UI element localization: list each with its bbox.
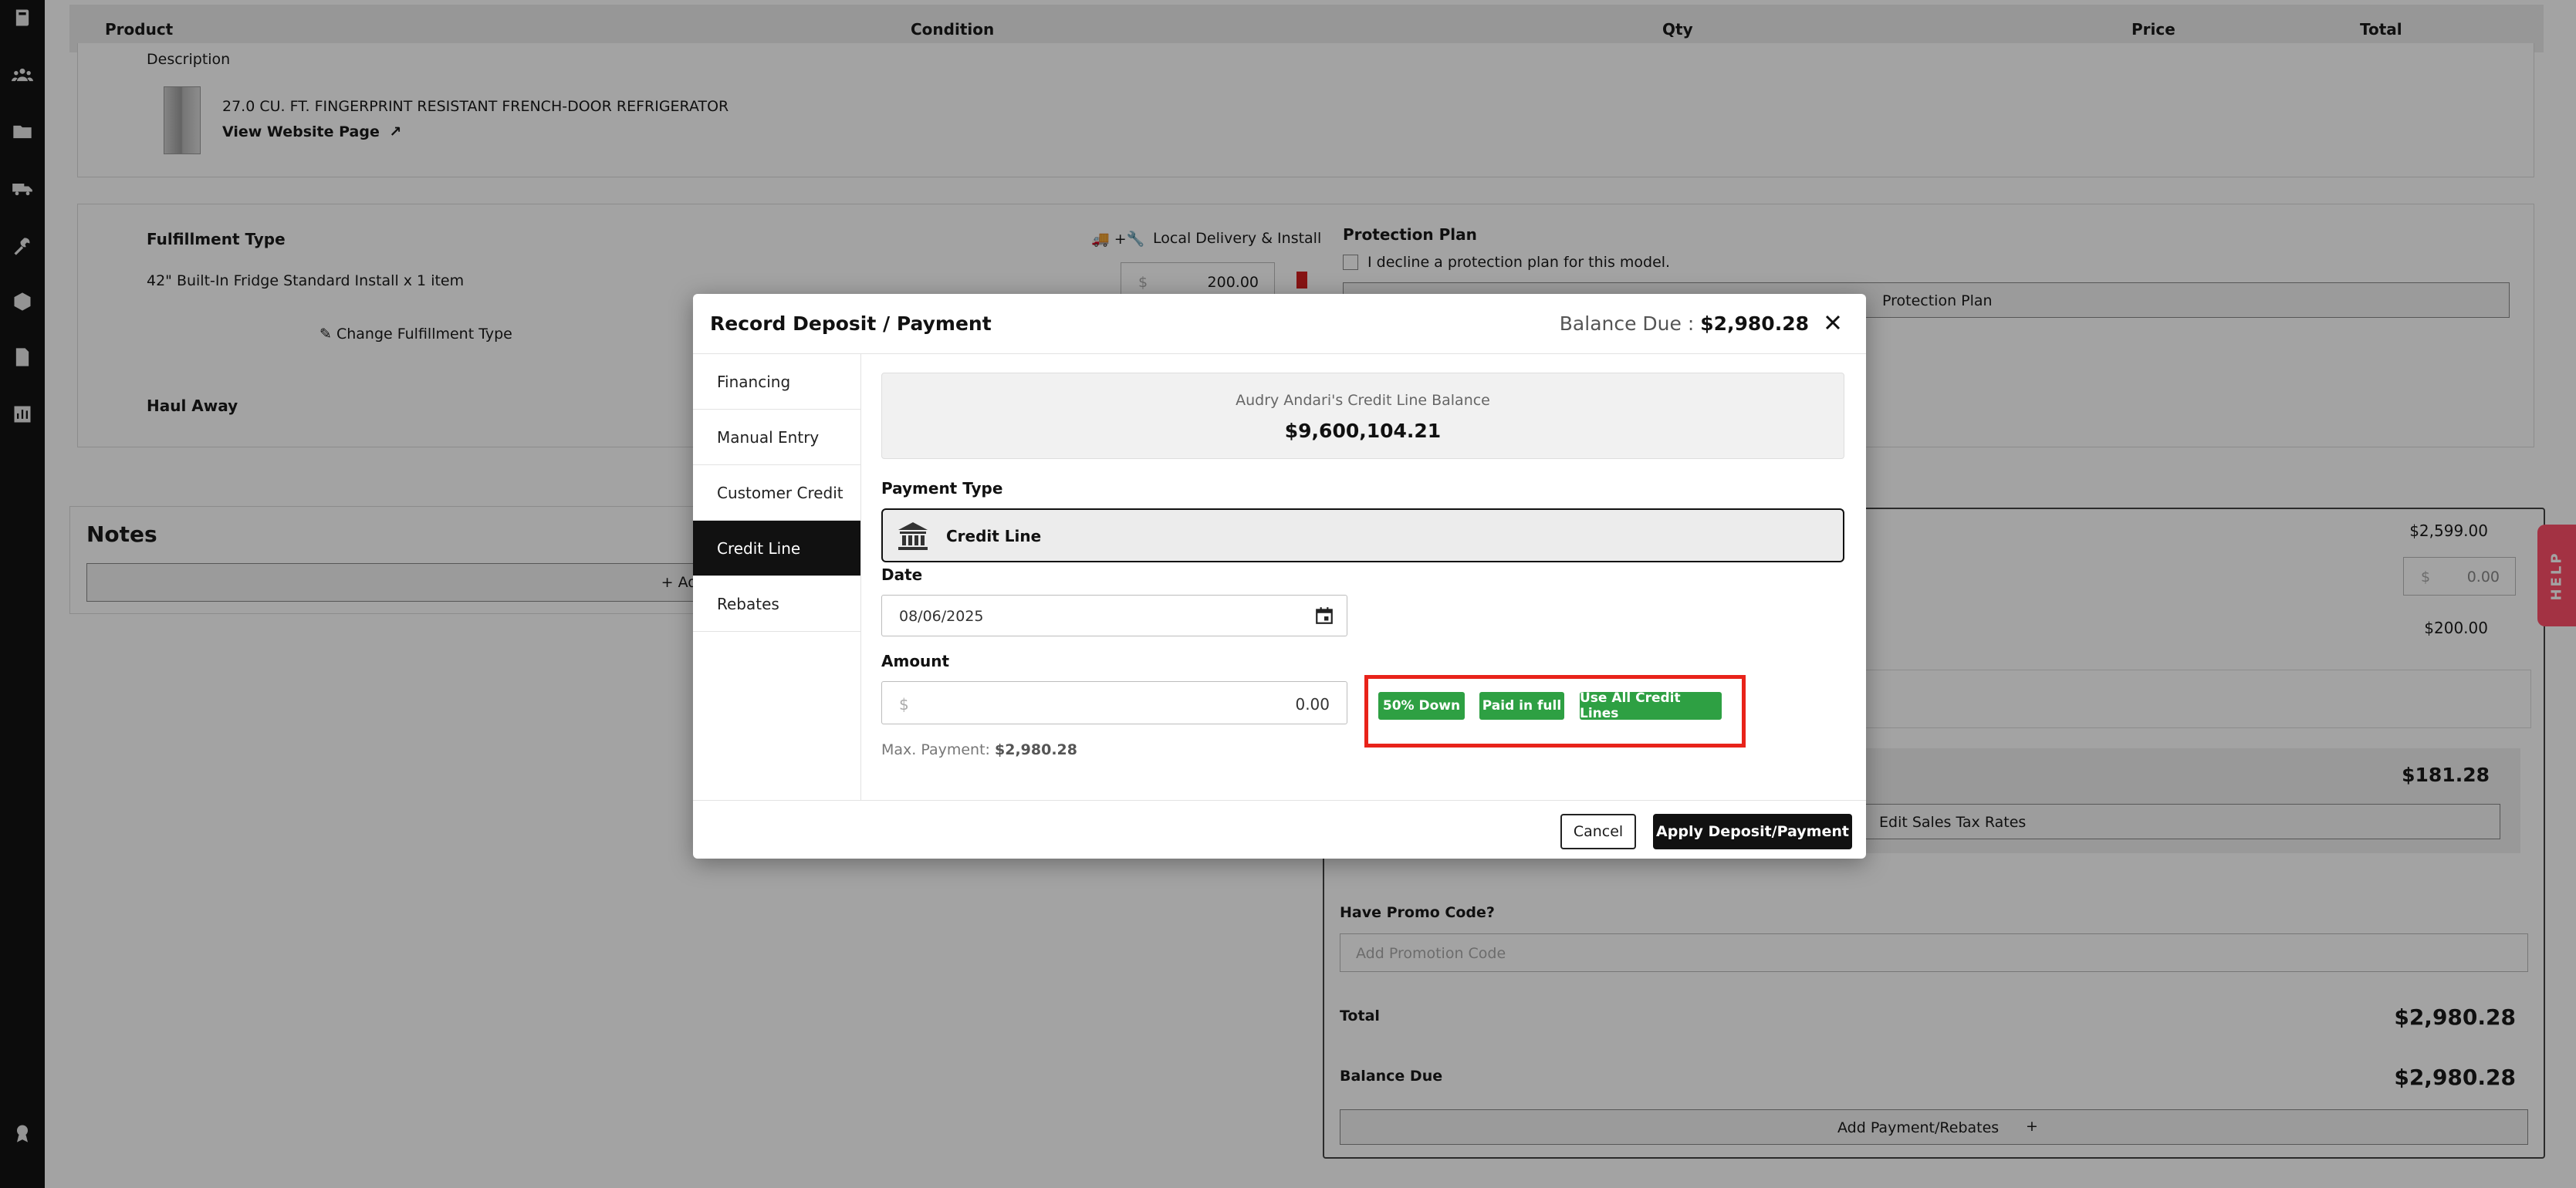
fifty-percent-down-button[interactable]: 50% Down <box>1378 692 1465 720</box>
payment-method-tabs: Financing Manual Entry Customer Credit C… <box>693 354 861 800</box>
max-payment-label: Max. Payment: <box>881 741 990 758</box>
bank-icon <box>898 522 928 550</box>
modal-balance-label: Balance Due : <box>1559 312 1695 335</box>
max-payment: Max. Payment: $2,980.28 <box>881 741 1077 758</box>
payment-type-option[interactable]: Credit Line <box>881 508 1844 562</box>
modal-footer: Cancel Apply Deposit/Payment <box>693 800 1866 859</box>
date-value: 08/06/2025 <box>899 608 984 625</box>
amount-label: Amount <box>881 652 950 670</box>
cancel-button[interactable]: Cancel <box>1560 814 1636 849</box>
close-icon[interactable] <box>1820 309 1846 336</box>
tab-rebates[interactable]: Rebates <box>693 576 860 632</box>
apply-payment-button[interactable]: Apply Deposit/Payment <box>1653 814 1852 849</box>
tab-manual-entry[interactable]: Manual Entry <box>693 410 860 465</box>
tab-financing[interactable]: Financing <box>693 354 860 410</box>
date-label: Date <box>881 565 923 584</box>
credit-line-name: Audry Andari's Credit Line Balance <box>1236 392 1490 409</box>
record-payment-modal: Record Deposit / Payment Balance Due : $… <box>693 294 1866 859</box>
credit-line-balance-box: Audry Andari's Credit Line Balance $9,60… <box>881 373 1844 459</box>
modal-balance: Balance Due : $2,980.28 <box>1560 312 1809 335</box>
modal-balance-value: $2,980.28 <box>1700 312 1809 335</box>
payment-type-label: Payment Type <box>881 479 1003 498</box>
amount-prefix: $ <box>899 695 909 714</box>
date-input[interactable]: 08/06/2025 <box>881 595 1347 636</box>
tab-credit-line[interactable]: Credit Line <box>693 521 860 576</box>
amount-input[interactable]: $ 0.00 <box>881 681 1347 724</box>
payment-type-value: Credit Line <box>946 527 1042 545</box>
credit-line-balance: $9,600,104.21 <box>1284 420 1442 442</box>
use-all-credit-lines-button[interactable]: Use All Credit Lines <box>1580 690 1722 721</box>
calendar-icon[interactable] <box>1314 606 1334 626</box>
modal-title: Record Deposit / Payment <box>710 312 992 335</box>
max-payment-value: $2,980.28 <box>995 741 1077 758</box>
modal-header: Record Deposit / Payment Balance Due : $… <box>693 294 1866 354</box>
tab-customer-credit[interactable]: Customer Credit <box>693 465 860 521</box>
amount-value: 0.00 <box>1295 695 1330 714</box>
paid-in-full-button[interactable]: Paid in full <box>1479 692 1564 720</box>
